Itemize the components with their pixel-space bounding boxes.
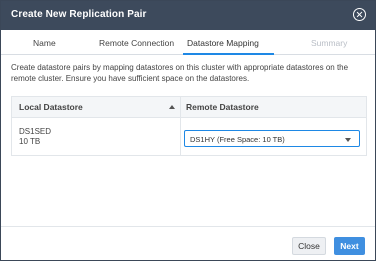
tab-remote-connection[interactable]: Remote Connection [99, 38, 174, 48]
close-icon[interactable] [353, 8, 366, 21]
tab-summary: Summary [311, 38, 348, 48]
chevron-down-icon [345, 137, 351, 142]
header-local-datastore: Local Datastore [19, 102, 83, 112]
remote-datastore-select[interactable]: DS1HY (Free Space: 10 TB) [184, 130, 360, 147]
column-divider [180, 97, 181, 155]
dialog-footer: Close Next [1, 226, 375, 260]
dialog-title: Create New Replication Pair [11, 9, 147, 20]
tab-datastore-mapping[interactable]: Datastore Mapping [187, 38, 259, 48]
remote-datastore-selected-value: DS1HY (Free Space: 10 TB) [190, 134, 285, 144]
table-header: Local Datastore Remote Datastore [12, 97, 366, 118]
local-datastore-name: DS1SED [19, 127, 52, 136]
replication-pair-dialog: Create New Replication Pair Name Remote … [0, 0, 376, 261]
sort-up-icon[interactable] [169, 105, 175, 109]
close-button[interactable]: Close [292, 237, 326, 255]
tab-name[interactable]: Name [33, 38, 56, 48]
next-button[interactable]: Next [334, 237, 365, 255]
header-remote-datastore: Remote Datastore [186, 102, 259, 112]
wizard-tabs: Name Remote Connection Datastore Mapping… [1, 30, 375, 55]
datastore-mapping-table: Local Datastore Remote Datastore DS1SED … [11, 96, 367, 156]
mapping-description: Create datastore pairs by mapping datast… [11, 63, 349, 83]
local-datastore-size: 10 TB [19, 137, 41, 146]
dialog-titlebar: Create New Replication Pair [1, 1, 375, 30]
active-tab-indicator [183, 53, 274, 55]
